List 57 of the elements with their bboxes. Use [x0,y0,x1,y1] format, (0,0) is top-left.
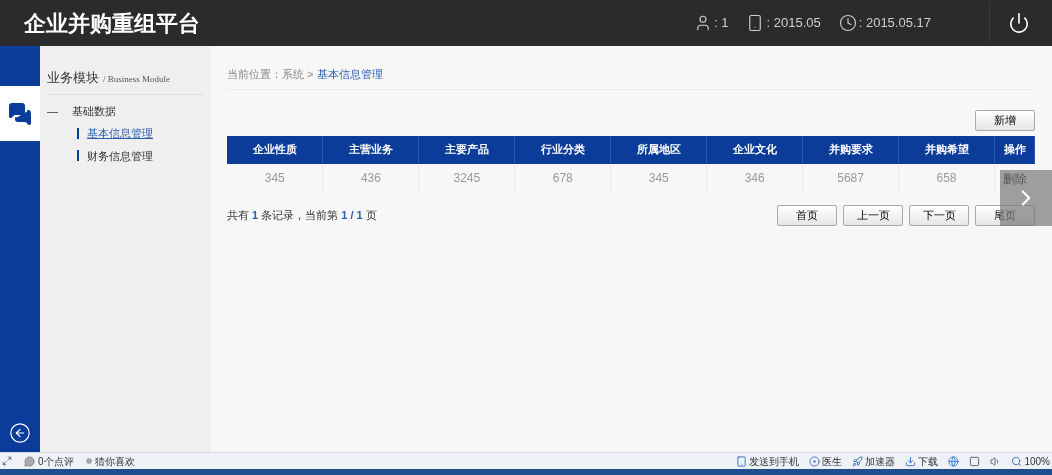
page-button[interactable]: 首页 [777,204,837,226]
sidebar-link[interactable]: 基本信息管理 [87,125,153,142]
breadcrumb-link[interactable]: 基本信息管理 [317,66,384,83]
column-header: 企业性质 [227,135,323,164]
page-button[interactable]: 上一页 [843,204,903,226]
header-stat: : 2015.05.17 [858,14,931,33]
download-icon [905,455,917,467]
back-icon[interactable] [9,422,31,444]
table-cell: 3245 [418,163,515,192]
phone-icon [736,455,748,467]
column-header: 行业分类 [514,135,611,164]
table-cell: 436 [322,163,419,192]
table-cell: 346 [706,163,803,192]
rocket-icon [852,455,864,467]
expand-icon[interactable] [2,456,12,466]
column-header: 并购希望 [898,135,995,164]
column-header: 主要产品 [418,135,515,164]
sidebar-link[interactable]: 财务信息管理 [87,147,153,164]
comment-icon [24,455,35,467]
window-icon[interactable] [969,455,981,467]
column-header: 所属地区 [610,135,707,164]
status-item[interactable]: 加速器 [865,453,896,469]
table-cell: 5687 [802,163,899,192]
dot-icon [85,458,92,464]
module-tab[interactable] [0,86,40,141]
column-header: 操作 [994,135,1035,164]
column-header: 企业文化 [706,135,803,164]
column-header: 并购要求 [802,135,899,164]
table-cell: 345 [610,163,707,192]
app-title: 企业并购重组平台 [24,9,200,38]
status-item[interactable]: 0个点评 [38,453,74,469]
chat-icon [8,101,32,126]
status-item[interactable]: 发送到手机 [749,453,800,469]
header-stat: : 1 [714,14,729,33]
clock-icon [838,14,857,32]
status-item[interactable]: 医生 [822,453,843,469]
table-cell: 345 [227,163,323,192]
column-header: 主营业务 [322,135,419,164]
user-icon [694,14,712,32]
breadcrumb-path: 当前位置：系统 > [227,67,314,82]
group-label[interactable]: 基础数据 [72,102,116,119]
power-button[interactable] [1008,12,1030,34]
sidebar-subtitle: / Business Module [103,73,170,86]
table-cell: 678 [514,163,611,192]
status-item[interactable]: 下载 [918,453,939,469]
add-button[interactable]: 新增 [975,109,1035,131]
status-item[interactable]: 100% [1024,453,1050,469]
search-icon [1011,455,1023,467]
disc-icon [809,455,821,467]
header-stat: : 2015.05 [766,14,821,33]
record-summary: 共有 1 条记录，当前第 1 / 1 页 [227,207,377,223]
sidebar-title: 业务模块 [47,69,99,87]
browser-icon[interactable] [948,455,960,467]
status-item[interactable]: 猜你喜欢 [94,453,135,469]
table-cell: 658 [898,163,995,192]
page-button[interactable]: 下一页 [909,204,969,226]
collapse-toggle[interactable]: — [47,102,58,119]
